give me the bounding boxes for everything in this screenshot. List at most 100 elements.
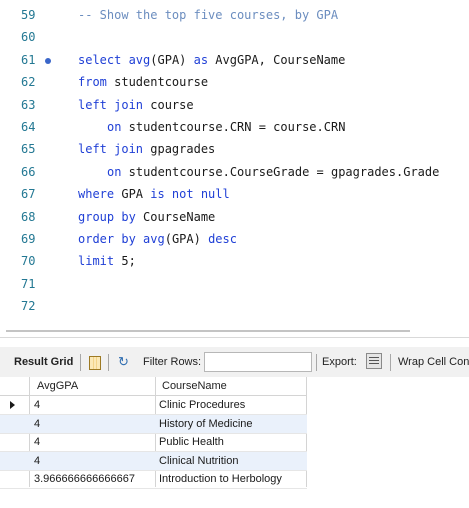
code-line[interactable]: 67 where GPA is not null bbox=[0, 184, 469, 206]
cell-coursename[interactable]: Clinic Procedures bbox=[159, 399, 245, 411]
current-statement-dot-icon bbox=[45, 57, 51, 64]
editor-horizontal-scrollbar[interactable] bbox=[6, 330, 410, 332]
sql-token: studentcourse.CRN = course.CRN bbox=[121, 120, 346, 134]
sql-keyword: on bbox=[107, 120, 122, 134]
cell-avggpa[interactable]: 4 bbox=[34, 436, 40, 448]
sql-token: AvgGPA, CourseName bbox=[208, 52, 346, 67]
code-line[interactable]: 61 select avg(GPA) as AvgGPA, CourseName bbox=[0, 50, 469, 72]
sql-keyword: group by bbox=[78, 209, 136, 224]
refresh-icon[interactable]: ↻ bbox=[118, 354, 129, 370]
code-line[interactable]: 59 -- Show the top five courses, by GPA bbox=[0, 5, 469, 27]
sql-keyword: left join bbox=[78, 142, 144, 157]
sql-token: (GPA) bbox=[164, 232, 209, 246]
sql-token: studentcourse bbox=[106, 75, 209, 90]
sql-keyword: select bbox=[78, 52, 129, 67]
sql-keyword: on bbox=[107, 164, 122, 179]
line-number: 63 bbox=[21, 97, 36, 112]
column-header-avggpa[interactable]: AvgGPA bbox=[37, 380, 78, 392]
code-line[interactable]: 65 left join gpagrades bbox=[0, 139, 469, 161]
sql-token: gpagrades bbox=[143, 142, 216, 157]
export-icon[interactable] bbox=[366, 353, 382, 369]
cell-avggpa[interactable]: 4 bbox=[34, 455, 40, 467]
sql-token: CourseName bbox=[135, 209, 216, 224]
toolbar-divider bbox=[316, 354, 317, 371]
code-text[interactable]: on studentcourse.CourseGrade = gpagrades… bbox=[107, 165, 439, 179]
code-line[interactable]: 66 on studentcourse.CourseGrade = gpagrad… bbox=[0, 162, 469, 184]
code-line[interactable]: 72 bbox=[0, 296, 469, 318]
code-text[interactable]: left join course bbox=[78, 98, 194, 112]
line-number: 60 bbox=[21, 30, 36, 45]
sql-token: GPA bbox=[114, 187, 151, 202]
code-line[interactable]: 62 from studentcourse bbox=[0, 72, 469, 94]
result-grid-tab[interactable]: Result Grid bbox=[14, 356, 73, 368]
code-line[interactable]: 71 bbox=[0, 274, 469, 296]
line-number: 65 bbox=[21, 142, 36, 157]
line-number: 62 bbox=[21, 75, 36, 90]
table-row[interactable]: 4 Public Health bbox=[0, 433, 307, 451]
cell-coursename[interactable]: History of Medicine bbox=[159, 418, 253, 430]
column-header-coursename[interactable]: CourseName bbox=[162, 380, 227, 392]
line-number: 59 bbox=[21, 8, 36, 22]
row-divider bbox=[0, 488, 307, 489]
code-line[interactable]: 63 left join course bbox=[0, 95, 469, 117]
sql-token: (GPA) bbox=[150, 52, 194, 67]
toolbar-divider bbox=[390, 354, 391, 371]
line-number: 69 bbox=[21, 232, 36, 246]
cell-avggpa[interactable]: 4 bbox=[34, 399, 40, 411]
code-line[interactable]: 68 group by CourseName bbox=[0, 207, 469, 229]
panel-divider[interactable] bbox=[0, 337, 469, 338]
sql-token: 5; bbox=[114, 254, 136, 269]
sql-keyword: avg bbox=[128, 52, 151, 67]
filter-rows-label: Filter Rows: bbox=[143, 356, 202, 368]
line-number: 72 bbox=[21, 299, 36, 314]
line-number: 71 bbox=[21, 276, 36, 291]
cell-avggpa[interactable]: 4 bbox=[34, 418, 40, 430]
code-line[interactable]: 64 on studentcourse.CRN = course.CRN bbox=[0, 117, 469, 139]
wrap-cell-content-label[interactable]: Wrap Cell Con bbox=[398, 356, 469, 368]
table-row[interactable]: 4 Clinic Procedures bbox=[0, 396, 307, 414]
sql-keyword: desc bbox=[208, 232, 237, 246]
result-grid: AvgGPA CourseName 4 Clinic Procedures 4 … bbox=[0, 377, 469, 508]
result-toolbar: Result Grid ↻ Filter Rows: Export: Wrap … bbox=[0, 347, 469, 377]
cell-avggpa[interactable]: 3.966666666666667 bbox=[34, 473, 135, 485]
grid-header: AvgGPA CourseName bbox=[0, 377, 307, 396]
grid-view-icon[interactable] bbox=[89, 356, 101, 370]
toolbar-divider bbox=[108, 354, 109, 371]
line-number: 67 bbox=[21, 187, 36, 202]
cell-coursename[interactable]: Clinical Nutrition bbox=[159, 455, 238, 467]
sql-keyword: where bbox=[78, 187, 115, 202]
code-text[interactable]: limit 5; bbox=[78, 254, 136, 268]
code-text[interactable]: -- Show the top five courses, by GPA bbox=[78, 8, 338, 22]
sql-comment: -- Show the top five courses, by GPA bbox=[78, 8, 339, 22]
line-number: 61 bbox=[21, 52, 36, 67]
line-number: 70 bbox=[21, 254, 36, 269]
sql-keyword: as bbox=[193, 52, 209, 67]
filter-rows-input[interactable] bbox=[204, 352, 312, 372]
code-text[interactable]: from studentcourse bbox=[78, 75, 208, 89]
code-line[interactable]: 69 order by avg(GPA) desc bbox=[0, 229, 469, 251]
export-label: Export: bbox=[322, 356, 357, 368]
sql-keyword: avg bbox=[143, 232, 165, 246]
code-text[interactable]: where GPA is not null bbox=[78, 187, 230, 201]
table-row[interactable]: 4 History of Medicine bbox=[0, 415, 307, 433]
code-text[interactable]: order by avg(GPA) desc bbox=[78, 232, 237, 246]
sql-keyword: left join bbox=[78, 97, 144, 112]
cell-coursename[interactable]: Introduction to Herbology bbox=[159, 473, 282, 485]
table-row[interactable]: 4 Clinical Nutrition bbox=[0, 452, 307, 470]
current-row-marker-icon bbox=[10, 401, 15, 409]
cell-coursename[interactable]: Public Health bbox=[159, 436, 224, 448]
sql-token: studentcourse.CourseGrade = gpagrades.Gr… bbox=[121, 164, 440, 179]
toolbar-divider bbox=[80, 354, 81, 371]
code-text[interactable]: on studentcourse.CRN = course.CRN bbox=[107, 120, 345, 134]
code-line[interactable]: 60 bbox=[0, 27, 469, 49]
code-text[interactable]: select avg(GPA) as AvgGPA, CourseName bbox=[78, 53, 345, 67]
sql-editor[interactable]: 59 -- Show the top five courses, by GPA 60… bbox=[0, 0, 469, 325]
line-number: 68 bbox=[21, 209, 36, 224]
code-text[interactable]: left join gpagrades bbox=[78, 142, 215, 156]
code-line[interactable]: 70 limit 5; bbox=[0, 251, 469, 273]
sql-keyword: limit bbox=[78, 254, 115, 269]
table-row[interactable]: 3.966666666666667 Introduction to Herbol… bbox=[0, 470, 307, 488]
sql-keyword: order by bbox=[78, 232, 136, 246]
code-text[interactable]: group by CourseName bbox=[78, 210, 215, 224]
